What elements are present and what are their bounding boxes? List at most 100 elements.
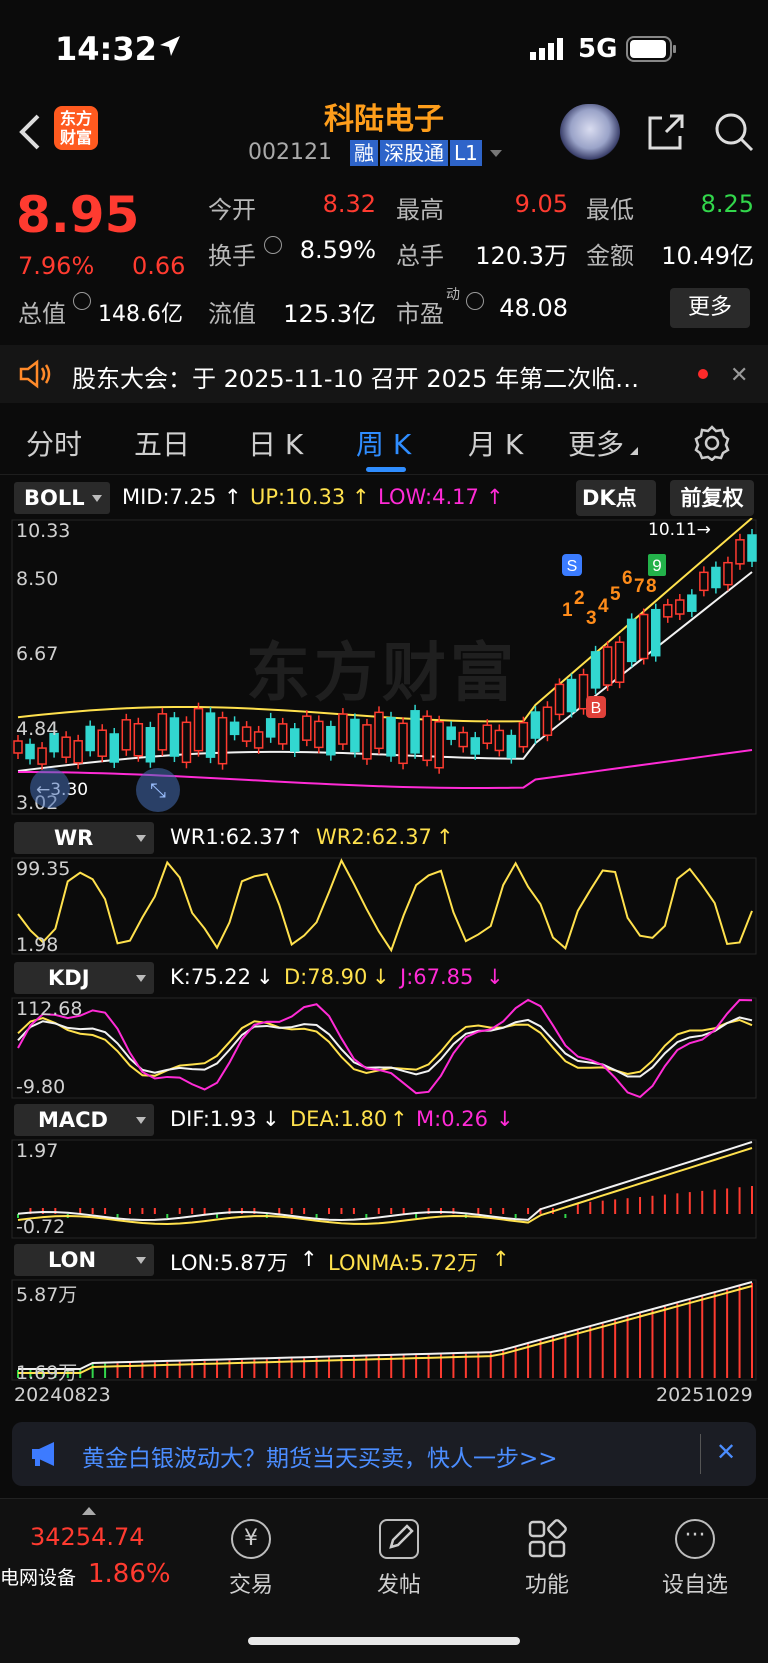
adjust-button[interactable]: 前复权 xyxy=(670,480,754,516)
nav-function-label: 功能 xyxy=(524,1573,569,1598)
more-button[interactable]: 更多 xyxy=(670,288,750,328)
candle-body xyxy=(434,721,444,769)
close-icon[interactable]: ✕ xyxy=(716,1438,736,1466)
arrow-down-icon: ↓ xyxy=(372,965,390,989)
nav-watchlist-label: 设自选 xyxy=(661,1573,728,1598)
stock-header: 东方 财富 科陆电子 002121 融 深股通 L1 xyxy=(0,100,768,180)
macd-header: MACD DIF:1.93 ↓ DEA:1.80 ↑ M:0.26 ↓ xyxy=(0,1104,768,1138)
boll-header: BOLL MID:7.25 ↑ UP:10.33 ↑ LOW:4.17 ↑ DK… xyxy=(0,480,768,516)
gear-icon[interactable] xyxy=(694,425,730,465)
candle-body xyxy=(157,713,168,751)
candle-body xyxy=(338,713,348,745)
td-count-3: 3 xyxy=(586,608,597,629)
dropdown-icon xyxy=(136,835,146,842)
value-float-cap: 125.3亿 xyxy=(283,300,376,328)
nav-watchlist[interactable]: ··· 设自选 xyxy=(640,1519,750,1599)
candle-body xyxy=(241,726,252,742)
index-pct[interactable]: 1.86% xyxy=(88,1559,171,1589)
candle-body xyxy=(663,604,673,618)
tab-more[interactable]: 更多 xyxy=(568,423,624,463)
index-value[interactable]: 34254.74 xyxy=(30,1523,145,1551)
promo-banner[interactable]: 黄金白银波动大？期货当天买卖，快人一步>> ✕ xyxy=(12,1422,756,1486)
value-volume: 120.3万 xyxy=(475,242,568,270)
tab-week-k[interactable]: 周 K xyxy=(356,423,411,463)
nav-trade[interactable]: ¥ 交易 xyxy=(196,1519,306,1599)
grid-icon xyxy=(527,1519,567,1559)
bottom-nav: 34254.74 电网设备 1.86% ¥ 交易 发帖 功能 ··· 设自选 xyxy=(0,1498,768,1663)
last-price: 8.95 xyxy=(16,186,140,244)
candle-body xyxy=(590,651,601,689)
kdj-selector[interactable]: KDJ xyxy=(14,962,154,994)
lon-value: LON:5.87万 xyxy=(170,1251,289,1275)
wr-chart xyxy=(11,857,757,955)
value-pe: 48.08 xyxy=(499,294,568,322)
candle-body xyxy=(362,724,372,760)
candle-body xyxy=(73,740,83,764)
index-name[interactable]: 电网设备 xyxy=(0,1563,76,1590)
boll-axis-1: 8.50 xyxy=(16,568,59,590)
lon-header: LON LON:5.87万 ↑ LONMA:5.72万 ↑ xyxy=(0,1244,768,1278)
chevron-down-icon[interactable] xyxy=(490,150,502,157)
macd-dif: DIF:1.93 xyxy=(170,1107,257,1131)
tab-intraday[interactable]: 分时 xyxy=(26,423,82,463)
max-price-label: 10.11→ xyxy=(648,520,711,540)
candle-body xyxy=(518,721,529,748)
arrow-up-icon: ↑ xyxy=(486,485,504,509)
value-high: 9.05 xyxy=(514,190,568,218)
wr-line xyxy=(17,858,753,953)
boll-selector[interactable]: BOLL xyxy=(14,482,110,514)
nav-function[interactable]: 功能 xyxy=(492,1519,602,1599)
candle-body xyxy=(169,717,180,757)
info-icon[interactable] xyxy=(466,292,484,310)
expand-icon[interactable]: ⤡ xyxy=(136,768,180,812)
date-start: 20240823 xyxy=(14,1384,111,1406)
candle-body xyxy=(374,711,384,750)
zoom-icon[interactable] xyxy=(30,768,70,808)
arrow-up-icon: ↑ xyxy=(390,1107,408,1131)
arrow-down-icon: ↓ xyxy=(256,965,274,989)
lonma-value: LONMA:5.72万 xyxy=(328,1251,479,1275)
arrow-up-icon: ↑ xyxy=(286,825,304,849)
td-count-5: 5 xyxy=(610,584,621,605)
info-icon[interactable] xyxy=(73,292,91,310)
info-icon[interactable] xyxy=(264,236,282,254)
kdj-d: D:78.90 xyxy=(284,965,368,989)
macd-selector[interactable]: MACD xyxy=(14,1104,154,1136)
wr-selector[interactable]: WR xyxy=(14,822,154,854)
tab-day-k[interactable]: 日 K xyxy=(248,423,303,463)
candle-body xyxy=(193,707,204,752)
candle-body xyxy=(386,717,396,757)
value-low: 8.25 xyxy=(700,190,754,218)
notice-bar[interactable]: 股东大会：于 2025-11-10 召开 2025 年第二次临… ✕ xyxy=(0,345,768,403)
td-count-1: 1 xyxy=(562,600,573,621)
search-icon[interactable] xyxy=(712,110,756,158)
candle-body xyxy=(314,720,324,749)
candle-body xyxy=(614,641,625,683)
assistant-avatar[interactable] xyxy=(560,104,620,160)
td-count-4: 4 xyxy=(598,596,609,617)
share-icon[interactable] xyxy=(646,112,686,156)
lon-name: LON xyxy=(48,1248,97,1272)
tab-5day[interactable]: 五日 xyxy=(134,423,190,463)
home-indicator xyxy=(248,1637,520,1645)
arrow-down-icon: ↓ xyxy=(262,1107,280,1131)
dropdown-icon xyxy=(136,1257,146,1264)
boll-up: UP:10.33 xyxy=(250,485,346,509)
candle-body xyxy=(458,731,468,748)
panel-frame xyxy=(11,1279,757,1381)
macd-m: M:0.26 xyxy=(416,1107,488,1131)
candle-body xyxy=(85,725,95,752)
candle-body xyxy=(121,719,132,751)
tag-connect: 深股通 xyxy=(380,140,448,166)
boll-axis-0: 10.33 xyxy=(16,520,71,542)
dk-point-button[interactable]: DK点 xyxy=(576,480,656,516)
candle-body xyxy=(470,737,480,755)
close-icon[interactable]: ✕ xyxy=(730,363,748,388)
candle-body xyxy=(506,734,517,759)
lon-selector[interactable]: LON xyxy=(14,1244,154,1276)
signal-icon xyxy=(530,38,566,64)
candle-body xyxy=(277,723,288,745)
nav-post[interactable]: 发帖 xyxy=(344,1519,454,1599)
tab-month-k[interactable]: 月 K xyxy=(468,423,523,463)
more-dots-icon: ··· xyxy=(675,1519,715,1559)
